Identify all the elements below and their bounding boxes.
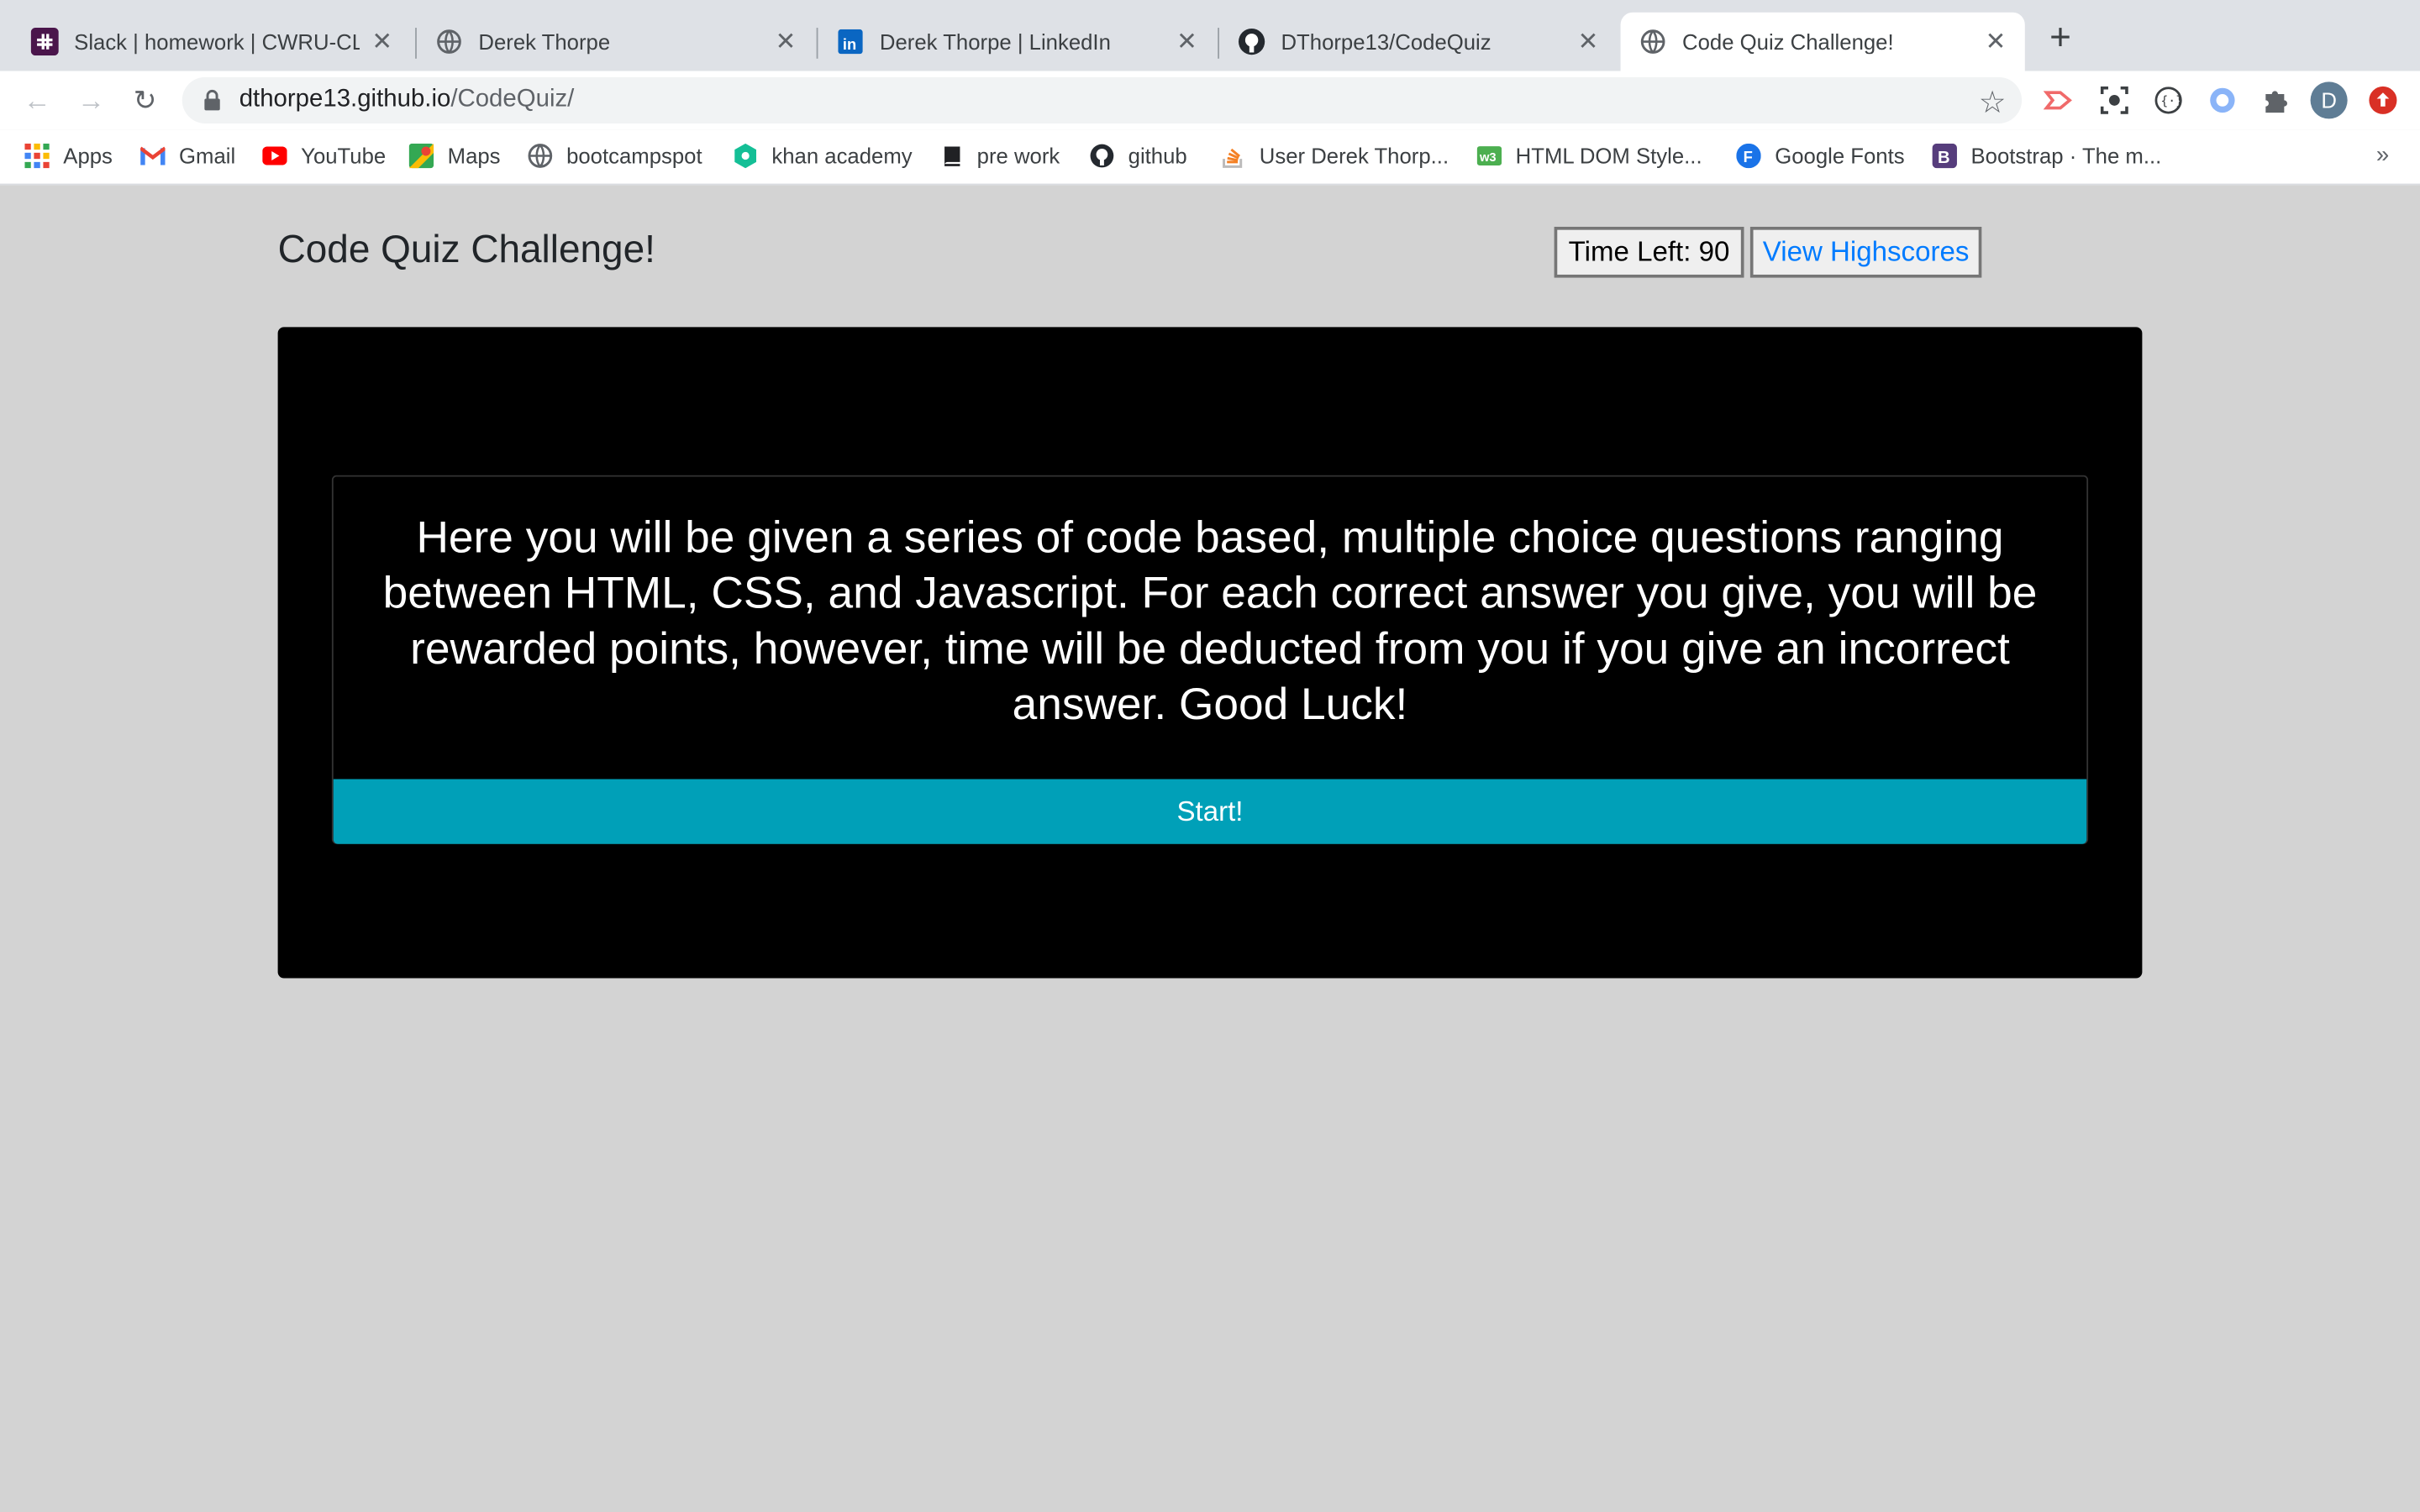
url-text: dthorpe13.github.io/CodeQuiz/ [239,87,575,114]
bookmark-github[interactable]: github [1090,144,1187,168]
tab-title: DThorpe13/CodeQuiz [1281,29,1491,55]
bookmark-label: Maps [447,143,501,169]
screenshot-icon[interactable] [2099,85,2130,116]
intro-text: Here you will be given a series of code … [382,513,2038,730]
browser-window: Slack | homework | CWRU-CLE ✕ Derek Thor… [0,0,2420,1512]
bootstrap-icon: B [1932,143,1957,169]
lock-icon [203,89,220,119]
start-button[interactable]: Start! [333,779,2087,844]
close-icon[interactable]: ✕ [771,26,799,57]
github-icon [1238,28,1265,55]
svg-text:in: in [843,35,856,53]
bookmark-label: github [1128,143,1187,169]
tab-title: Code Quiz Challenge! [1682,29,1894,55]
bookmark-label: Gmail [179,143,236,169]
linkedin-icon: in [837,28,865,55]
bookmark-khan-academy[interactable]: khan academy [733,143,913,169]
bookmark-bootcampspot[interactable]: bootcampspot [528,144,702,168]
timer-display: Time Left: 90 [1554,226,1744,278]
bookmark-label: khan academy [771,143,913,169]
bookmark-label: User Derek Thorp... [1259,143,1449,169]
globe-icon [528,144,553,168]
close-icon[interactable]: ✕ [1574,26,1602,57]
page-title: Code Quiz Challenge! [277,228,655,272]
extension-icon[interactable] [2207,85,2238,116]
bookmarks-overflow-icon[interactable]: » [2376,142,2389,168]
globe-icon [1639,28,1667,55]
code-extension-icon[interactable]: {·} [2153,85,2184,116]
svg-text:{·}: {·} [2160,94,2182,108]
reload-icon[interactable]: ↻ [128,83,161,117]
stackoverflow-icon [1221,144,1245,168]
tab-github-codequiz[interactable]: DThorpe13/CodeQuiz ✕ [1219,13,1618,71]
close-icon[interactable]: ✕ [1173,26,1201,57]
bookmark-label: YouTube [301,143,387,169]
bookmark-bootstrap[interactable]: B Bootstrap · The m... [1932,143,2162,169]
svg-text:B: B [1938,149,1950,167]
bookmark-w3schools[interactable]: w3 HTML DOM Style... [1476,143,1702,169]
bookmark-label: bootcampspot [566,143,702,169]
url-host: dthorpe13.github.io [239,86,451,113]
puzzle-icon[interactable] [2260,85,2291,116]
bookmarks-bar: Apps Gmail YouTube Maps bootcampspot kha… [0,129,2420,186]
svg-text:F: F [1744,148,1753,165]
forward-icon[interactable]: → [74,83,108,117]
bookmark-gmail[interactable]: Gmail [140,144,235,168]
tab-linkedin[interactable]: in Derek Thorpe | LinkedIn ✕ [818,13,1216,71]
tab-title: Derek Thorpe | LinkedIn [879,29,1111,55]
slack-icon [30,28,59,56]
bookmark-google-fonts[interactable]: F Google Fonts [1736,143,1905,169]
svg-text:w3: w3 [1479,151,1497,165]
bookmark-label: pre work [976,143,1060,169]
bookmark-label: HTML DOM Style... [1515,143,1702,169]
toolbar: ← → ↻ dthorpe13.github.io/CodeQuiz/ ☆ {·… [0,71,2420,130]
google-fonts-icon: F [1736,143,1761,169]
tab-derek-thorpe[interactable]: Derek Thorpe ✕ [417,13,815,71]
bookmark-pre-work[interactable]: pre work [939,144,1060,168]
bookmark-apps[interactable]: Apps [24,143,113,169]
cast-extension-icon[interactable] [2043,85,2075,116]
profile-avatar[interactable]: D [2310,81,2348,119]
bookmark-star-icon[interactable]: ☆ [1979,83,2007,122]
new-tab-button[interactable]: + [2040,18,2081,59]
maps-icon [408,143,434,169]
tab-title: Slack | homework | CWRU-CLE [74,29,360,55]
bookmark-maps[interactable]: Maps [408,143,501,169]
apps-grid-icon [24,143,50,169]
close-icon[interactable]: ✕ [1981,26,2009,57]
gmail-icon [140,144,166,168]
bookmark-youtube[interactable]: YouTube [262,144,386,168]
github-icon [1090,144,1114,168]
back-icon[interactable]: ← [20,83,54,117]
globe-icon [435,28,463,55]
quiz-stage: Here you will be given a series of code … [277,327,2143,979]
bookmark-stackoverflow[interactable]: User Derek Thorp... [1221,144,1449,168]
bookmark-label: Bootstrap · The m... [1970,143,2162,169]
bookmark-label: Google Fonts [1775,143,1905,169]
tab-strip: Slack | homework | CWRU-CLE ✕ Derek Thor… [0,0,2420,71]
bookmark-label: Apps [63,143,113,169]
close-icon[interactable]: ✕ [369,26,395,57]
book-icon [939,144,963,168]
tab-title: Derek Thorpe [478,29,611,55]
view-highscores-button[interactable]: View Highscores [1749,226,1982,278]
w3schools-icon: w3 [1476,144,1502,168]
address-bar[interactable]: dthorpe13.github.io/CodeQuiz/ ☆ [182,76,2023,123]
tab-slack[interactable]: Slack | homework | CWRU-CLE ✕ [13,13,411,71]
update-icon[interactable] [2368,85,2399,116]
intro-card: Here you will be given a series of code … [331,475,2089,844]
tab-code-quiz[interactable]: Code Quiz Challenge! ✕ [1620,12,2025,71]
url-path: /CodeQuiz/ [450,86,575,113]
khan-academy-icon [733,143,757,169]
youtube-icon [262,144,287,168]
